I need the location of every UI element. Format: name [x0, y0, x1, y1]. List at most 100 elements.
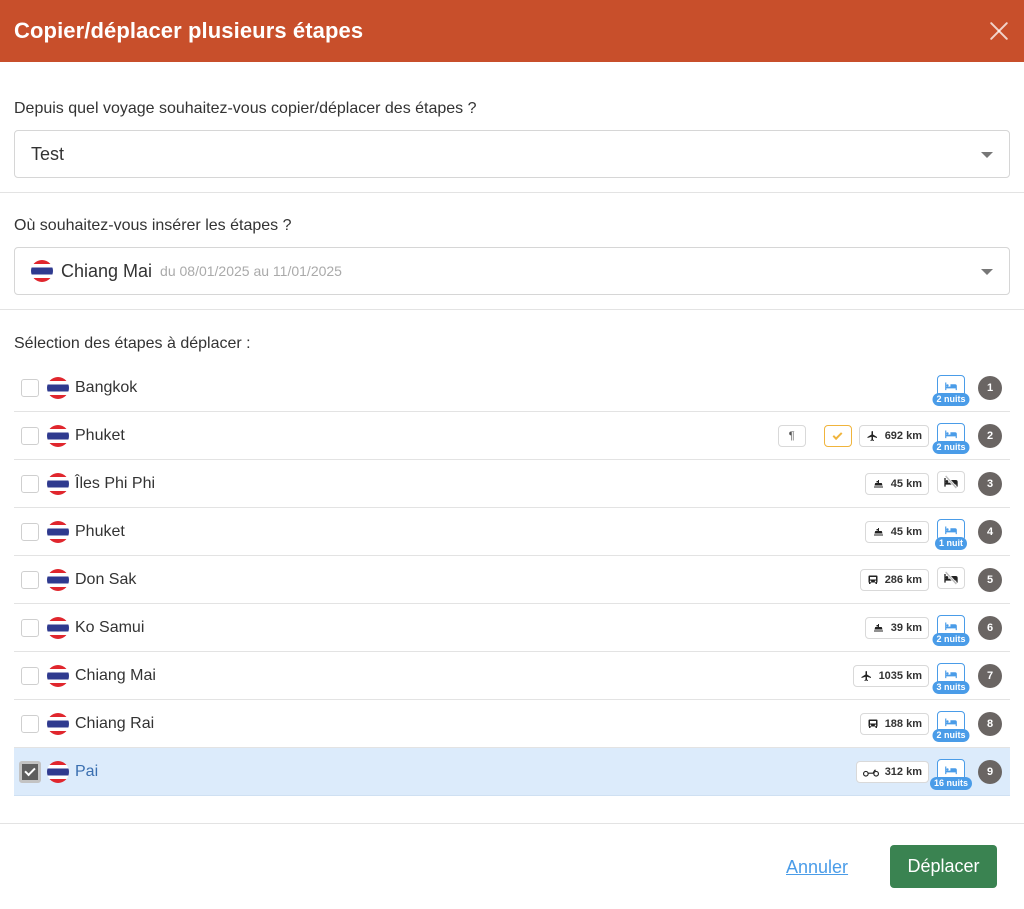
thailand-flag-icon: [47, 520, 69, 543]
step-meta: 2 nuits 1: [932, 364, 1002, 412]
boat-icon: [872, 622, 891, 634]
step-checkbox[interactable]: [21, 666, 39, 685]
step-meta: 39 km 2 nuits 6: [864, 604, 1002, 652]
thailand-flag-icon: [47, 472, 69, 495]
plane-icon: [860, 670, 879, 682]
bus-icon: [867, 718, 885, 730]
step-meta: 1035 km 3 nuits 7: [852, 652, 1002, 700]
distance-label: 1035 km: [878, 670, 922, 682]
distance-label: 188 km: [884, 718, 922, 730]
chevron-down-icon: [981, 152, 993, 158]
thailand-flag-icon: [47, 424, 69, 447]
step-checkbox[interactable]: [21, 522, 39, 541]
step-row[interactable]: Ko Samui 39 km 2 nuits 6: [14, 604, 1010, 652]
transport-badge[interactable]: 45 km: [864, 521, 929, 543]
accommodation-badge[interactable]: 3 nuits: [932, 659, 970, 694]
accommodation-badge[interactable]: 2 nuits: [932, 611, 970, 646]
accommodation-badge[interactable]: 2 nuits: [932, 707, 970, 742]
step-name: Ko Samui: [75, 618, 145, 636]
step-meta: ¶ 692 km 2 nuits 2: [777, 412, 1002, 460]
nights-badge: 2 nuits: [932, 393, 970, 406]
step-checkbox[interactable]: [21, 618, 39, 637]
step-name: Don Sak: [75, 570, 137, 588]
step-checkbox[interactable]: [21, 714, 39, 733]
distance-label: 45 km: [890, 526, 922, 538]
step-row[interactable]: Chiang Rai 188 km 2 nuits 8: [14, 700, 1010, 748]
cancel-button[interactable]: Annuler: [786, 857, 848, 878]
distance-label: 692 km: [884, 430, 922, 442]
transport-badge[interactable]: 692 km: [858, 425, 929, 447]
step-checkbox[interactable]: [21, 474, 39, 493]
accommodation-badge[interactable]: 2 nuits: [932, 419, 970, 454]
modal-dialog: Copier/déplacer plusieurs étapes Depuis …: [0, 0, 1024, 909]
destination-label: Où souhaitez-vous insérer les étapes ?: [14, 217, 292, 234]
accommodation-badge[interactable]: 2 nuits: [932, 371, 970, 406]
step-meta: 312 km 16 nuits 9: [855, 748, 1002, 796]
step-checkbox[interactable]: [21, 426, 39, 445]
step-name: Pai: [75, 762, 99, 780]
step-row[interactable]: Pai 312 km 16 nuits 9: [14, 748, 1010, 796]
step-checkbox[interactable]: [21, 570, 39, 589]
modal-header: Copier/déplacer plusieurs étapes: [0, 0, 1024, 62]
step-meta: 45 km 3: [864, 460, 1002, 508]
thailand-flag-icon: [47, 568, 69, 591]
thailand-flag-icon: [47, 712, 69, 735]
chevron-down-icon: [981, 269, 993, 275]
transport-badge[interactable]: 312 km: [855, 761, 929, 783]
nights-badge: 16 nuits: [929, 777, 973, 790]
transport-badge[interactable]: 39 km: [864, 617, 929, 639]
transport-badge[interactable]: 188 km: [859, 713, 929, 735]
step-row[interactable]: Phuket 45 km 1 nuit 4: [14, 508, 1010, 556]
step-number-badge: 4: [978, 520, 1002, 544]
bus-icon: [867, 574, 885, 586]
checklist-icon[interactable]: [823, 425, 852, 447]
paragraph-icon[interactable]: ¶: [777, 425, 806, 447]
transport-badge[interactable]: 286 km: [859, 569, 929, 591]
step-row[interactable]: Phuket ¶ 692 km 2 nuits 2: [14, 412, 1010, 460]
selection-label: Sélection des étapes à déplacer :: [14, 335, 251, 352]
accommodation-badge[interactable]: 1 nuit: [935, 515, 967, 550]
source-trip-select[interactable]: Test: [14, 130, 1010, 178]
step-number-badge: 7: [978, 664, 1002, 688]
step-name: Îles Phi Phi: [75, 474, 156, 492]
step-meta: 45 km 1 nuit 4: [864, 508, 1002, 556]
step-row[interactable]: Chiang Mai 1035 km 3 nuits 7: [14, 652, 1010, 700]
accommodation-badge[interactable]: 16 nuits: [929, 755, 973, 790]
plane-icon: [866, 430, 885, 442]
step-checkbox[interactable]: [21, 378, 39, 397]
step-checkbox[interactable]: [19, 760, 41, 783]
distance-label: 45 km: [890, 478, 922, 490]
close-icon[interactable]: [986, 18, 1012, 44]
step-number-badge: 5: [978, 568, 1002, 592]
accommodation-badge[interactable]: [936, 467, 966, 501]
source-trip-label: Depuis quel voyage souhaitez-vous copier…: [14, 100, 477, 117]
step-name: Bangkok: [75, 378, 138, 396]
nights-badge: 2 nuits: [932, 441, 970, 454]
destination-select[interactable]: Chiang Mai du 08/01/2025 au 11/01/2025: [14, 247, 1010, 295]
step-number-badge: 6: [978, 616, 1002, 640]
transport-badge[interactable]: 1035 km: [852, 665, 929, 687]
nights-badge: 2 nuits: [932, 729, 970, 742]
step-number-badge: 1: [978, 376, 1002, 400]
thailand-flag-icon: [31, 260, 53, 282]
accommodation-badge[interactable]: [936, 563, 966, 597]
step-name: Chiang Rai: [75, 714, 155, 732]
step-row[interactable]: Don Sak 286 km 5: [14, 556, 1010, 604]
boat-icon: [872, 478, 891, 490]
boat-icon: [872, 526, 891, 538]
modal-title: Copier/déplacer plusieurs étapes: [14, 18, 364, 43]
step-name: Phuket: [75, 522, 125, 540]
move-button[interactable]: Déplacer: [890, 845, 997, 888]
step-row[interactable]: Bangkok 2 nuits 1: [14, 364, 1010, 412]
step-row[interactable]: Îles Phi Phi 45 km 3: [14, 460, 1010, 508]
distance-label: 39 km: [890, 622, 922, 634]
destination-dates: du 08/01/2025 au 11/01/2025: [160, 263, 342, 279]
step-name: Phuket: [75, 426, 125, 444]
thailand-flag-icon: [47, 664, 69, 687]
modal-footer: Annuler Déplacer: [0, 824, 1024, 909]
source-trip-value: Test: [31, 143, 65, 164]
checkmark-icon: [24, 764, 36, 776]
nights-badge: 1 nuit: [935, 537, 967, 550]
thailand-flag-icon: [47, 376, 69, 399]
transport-badge[interactable]: 45 km: [864, 473, 929, 495]
